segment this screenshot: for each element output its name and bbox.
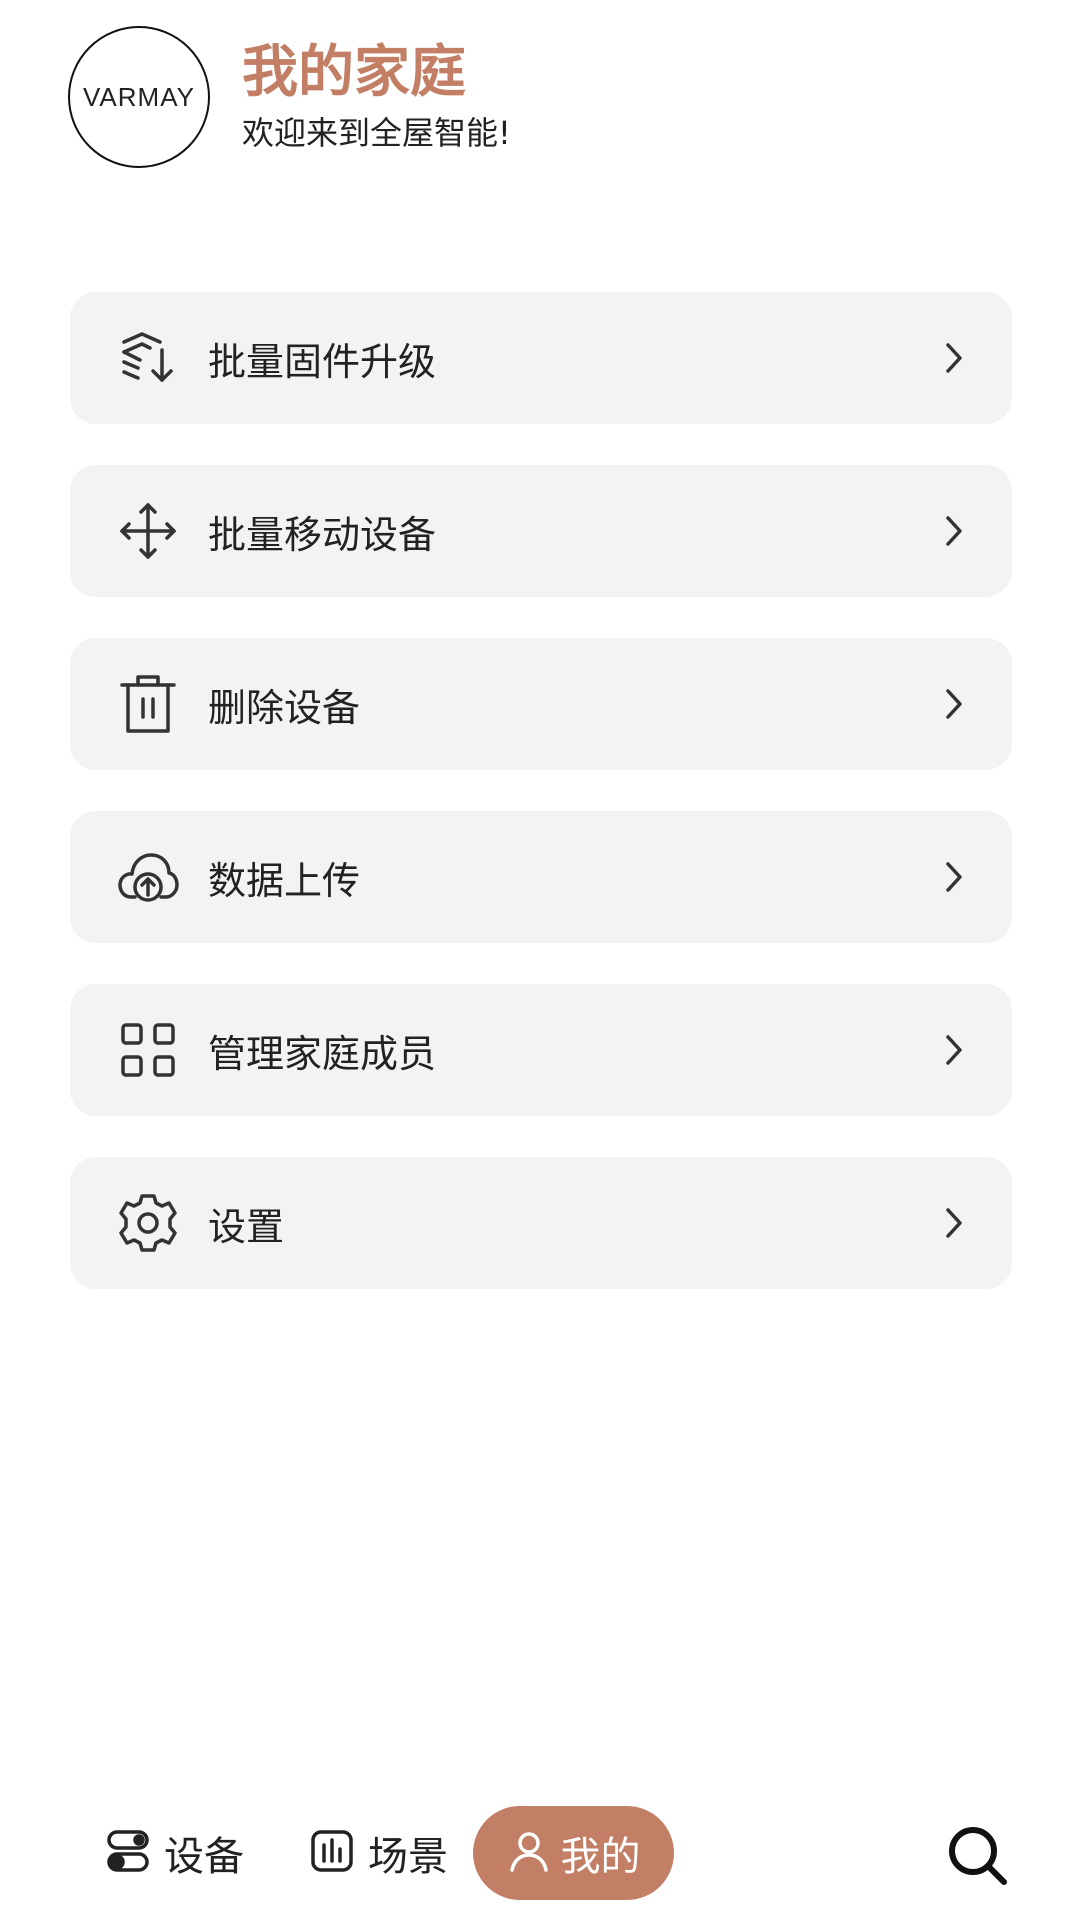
menu-item-label: 设置 — [208, 1204, 285, 1249]
header-text: 我的家庭 欢迎来到全屋智能! — [242, 42, 511, 152]
tab-devices[interactable]: 设备 — [106, 1806, 244, 1900]
tab-scenes-label: 场景 — [368, 1834, 448, 1880]
toggle-switch-icon — [106, 1829, 150, 1877]
tab-mine[interactable]: 我的 — [473, 1806, 674, 1900]
tab-devices-label: 设备 — [164, 1834, 244, 1880]
chevron-right-icon — [942, 859, 966, 895]
welcome-subtitle: 欢迎来到全屋智能! — [242, 113, 511, 152]
tab-scenes[interactable]: 场景 — [310, 1806, 448, 1900]
person-icon — [507, 1829, 551, 1877]
menu-item-label: 管理家庭成员 — [208, 1031, 437, 1076]
menu-item-data-upload[interactable]: 数据上传 — [70, 811, 1012, 943]
logo-text: VARMAY — [83, 81, 195, 112]
move-arrows-icon — [116, 499, 180, 563]
menu-list: 批量固件升级 批量移动设备 删除设备 数据上传 管理家庭成员 设置 — [70, 292, 1012, 1330]
gear-icon — [116, 1191, 180, 1255]
trash-icon — [116, 672, 180, 736]
grid-icon — [116, 1018, 180, 1082]
chevron-right-icon — [942, 686, 966, 722]
scene-chart-icon — [310, 1829, 354, 1877]
search-icon — [946, 1827, 1010, 1892]
menu-item-firmware-upgrade[interactable]: 批量固件升级 — [70, 292, 1012, 424]
menu-item-settings[interactable]: 设置 — [70, 1157, 1012, 1289]
page: VARMAY 我的家庭 欢迎来到全屋智能! 批量固件升级 批量移动设备 删除设备… — [0, 0, 1080, 1920]
menu-item-label: 数据上传 — [208, 858, 361, 903]
menu-item-label: 批量移动设备 — [208, 512, 437, 557]
menu-item-move-devices[interactable]: 批量移动设备 — [70, 465, 1012, 597]
search-button[interactable] — [946, 1824, 1010, 1888]
tab-mine-label: 我的 — [560, 1834, 641, 1880]
header: VARMAY 我的家庭 欢迎来到全屋智能! — [68, 26, 511, 168]
menu-item-manage-members[interactable]: 管理家庭成员 — [70, 984, 1012, 1116]
chevron-right-icon — [942, 1032, 966, 1068]
chevron-right-icon — [942, 513, 966, 549]
firmware-upgrade-icon — [116, 326, 180, 390]
chevron-right-icon — [942, 340, 966, 376]
menu-item-label: 批量固件升级 — [208, 339, 437, 384]
menu-item-label: 删除设备 — [208, 685, 361, 730]
menu-item-delete-device[interactable]: 删除设备 — [70, 638, 1012, 770]
brand-logo: VARMAY — [68, 26, 210, 168]
page-title: 我的家庭 — [242, 40, 466, 105]
bottom-nav: 设备 场景 我的 — [0, 1806, 1080, 1902]
cloud-upload-icon — [116, 845, 180, 909]
chevron-right-icon — [942, 1205, 966, 1241]
